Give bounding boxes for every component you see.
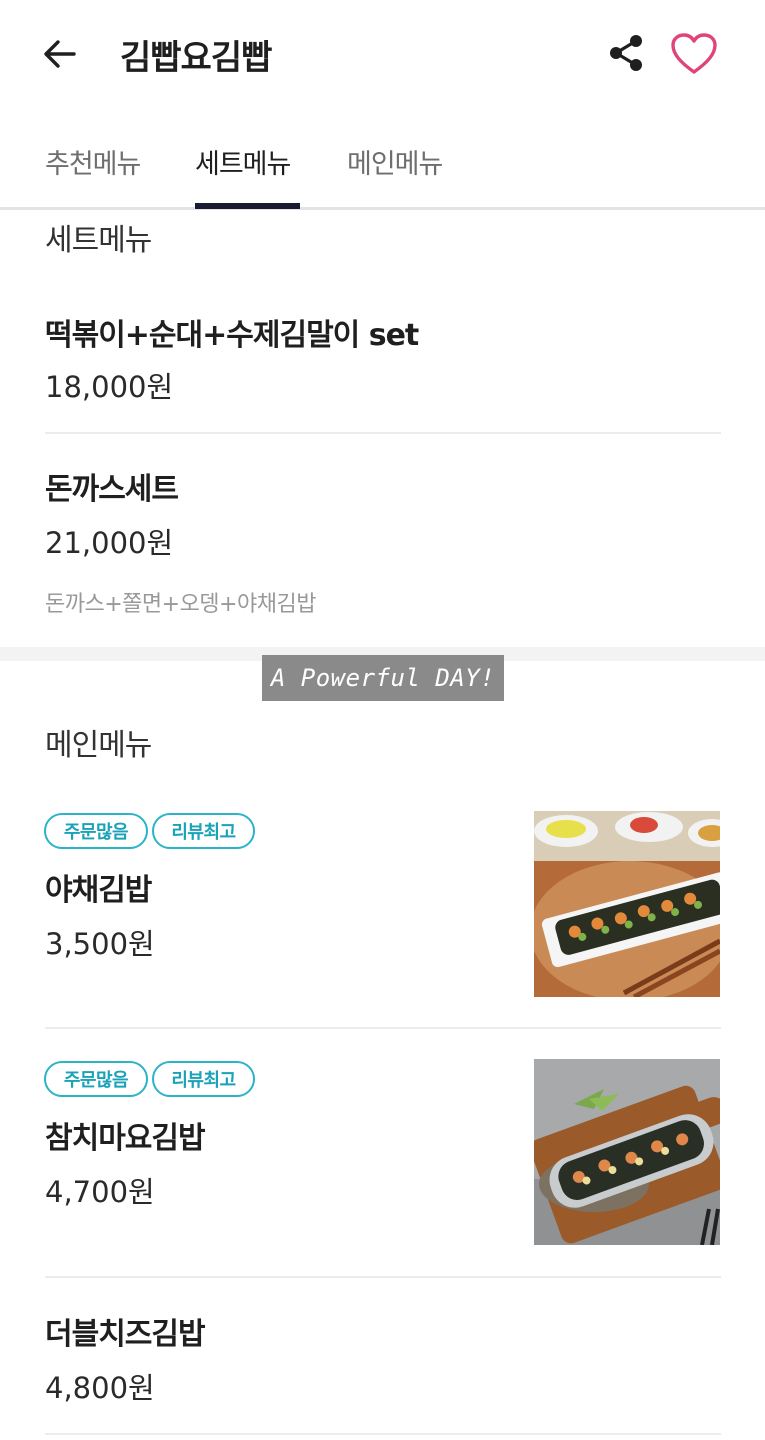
watermark-label: A Powerful DAY!	[262, 655, 504, 701]
menu-item-name: 참치마요김밥	[45, 1121, 206, 1156]
menu-item-price: 4,800원	[45, 1371, 155, 1405]
badge-popular: 주문많음	[44, 813, 148, 849]
menu-item[interactable]: 주문많음 리뷰최고 야채김밥 3,500원	[0, 805, 765, 1025]
menu-item[interactable]: 더블치즈김밥 4,800원	[0, 1295, 765, 1435]
tab-divider	[0, 207, 765, 210]
favorite-button[interactable]	[670, 32, 718, 76]
tab-recommended[interactable]: 추천메뉴	[45, 142, 141, 181]
menu-item-name: 더블치즈김밥	[45, 1317, 206, 1352]
badge-top-review: 리뷰최고	[152, 813, 255, 849]
share-icon	[610, 35, 642, 71]
menu-item[interactable]: 돈까스세트 21,000원 돈까스+쫄면+오뎅+야채김밥	[0, 448, 765, 638]
menu-item-name: 야채김밥	[45, 873, 152, 908]
active-tab-indicator	[195, 203, 300, 209]
menu-item-description: 돈까스+쫄면+오뎅+야채김밥	[45, 592, 316, 617]
divider	[45, 1027, 721, 1029]
menu-item-photo	[534, 1059, 720, 1245]
menu-item-price: 3,500원	[45, 927, 155, 961]
tab-main-menu[interactable]: 메인메뉴	[347, 142, 443, 181]
section-title-main: 메인메뉴	[45, 728, 152, 763]
menu-item-photo	[534, 811, 720, 997]
menu-item-name: 떡볶이+순대+수제김말이 set	[45, 318, 419, 353]
divider	[45, 432, 721, 434]
menu-item-name: 돈까스세트	[45, 472, 179, 507]
divider	[45, 1276, 721, 1278]
heart-icon	[671, 33, 717, 74]
tab-set-menu[interactable]: 세트메뉴	[195, 142, 291, 181]
badge-top-review: 리뷰최고	[152, 1061, 255, 1097]
menu-item-price: 21,000원	[45, 526, 174, 560]
badge-popular: 주문많음	[44, 1061, 148, 1097]
menu-item[interactable]: 주문많음 리뷰최고 참치마요김밥 4,700원	[0, 1055, 765, 1275]
menu-item[interactable]: 떡볶이+순대+수제김말이 set 18,000원	[0, 290, 765, 430]
back-arrow-icon	[44, 40, 76, 68]
menu-item-price: 18,000원	[45, 370, 174, 404]
menu-item-price: 4,700원	[45, 1175, 155, 1209]
page-title: 김빱요김빱	[120, 38, 272, 78]
section-title-set: 세트메뉴	[45, 223, 152, 258]
divider	[45, 1433, 721, 1435]
share-button[interactable]	[605, 32, 647, 74]
back-button[interactable]	[40, 34, 80, 74]
